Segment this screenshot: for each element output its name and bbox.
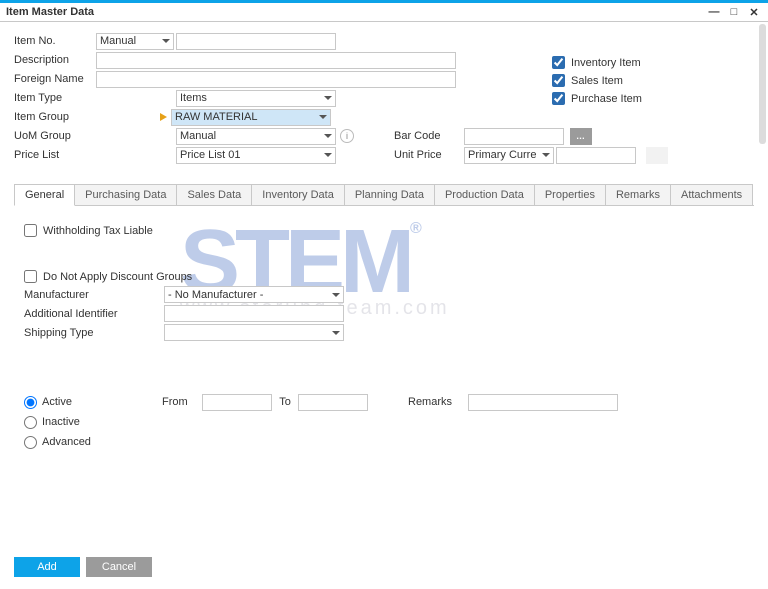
status-inactive-radio[interactable]	[24, 416, 37, 429]
unit-price-currency-combo[interactable]: Primary Curre	[464, 147, 554, 164]
status-advanced-radio[interactable]	[24, 436, 37, 449]
tab-properties[interactable]: Properties	[534, 184, 606, 205]
shipping-type-label: Shipping Type	[24, 327, 164, 339]
add-button[interactable]: Add	[14, 557, 80, 577]
additional-id-input[interactable]	[164, 305, 344, 322]
status-active-radio[interactable]	[24, 396, 37, 409]
tab-general[interactable]: General	[14, 184, 75, 206]
maximize-icon[interactable]: □	[726, 5, 742, 19]
remarks-input[interactable]	[468, 394, 618, 411]
purchase-item-check[interactable]: Purchase Item	[552, 90, 642, 107]
uom-group-combo[interactable]: Manual	[176, 128, 336, 145]
tab-inventory[interactable]: Inventory Data	[251, 184, 345, 205]
minimize-icon[interactable]: —	[706, 5, 722, 19]
foreign-name-input[interactable]	[96, 71, 456, 88]
manufacturer-combo[interactable]: - No Manufacturer -	[164, 286, 344, 303]
from-label: From	[162, 396, 202, 408]
item-group-label: Item Group	[14, 111, 96, 123]
link-arrow-icon[interactable]	[160, 113, 167, 121]
tab-planning[interactable]: Planning Data	[344, 184, 435, 205]
barcode-label: Bar Code	[394, 130, 464, 142]
item-type-combo[interactable]: Items	[176, 90, 336, 107]
to-label: To	[272, 396, 298, 408]
window-title: Item Master Data	[6, 6, 94, 18]
inventory-item-check[interactable]: Inventory Item	[552, 54, 642, 71]
status-active-label: Active	[42, 396, 162, 408]
checkbox-icon[interactable]	[552, 92, 565, 105]
tabbar: General Purchasing Data Sales Data Inven…	[14, 184, 754, 206]
description-label: Description	[14, 54, 96, 66]
cancel-button[interactable]: Cancel	[86, 557, 152, 577]
remarks-label: Remarks	[408, 396, 468, 408]
item-no-input[interactable]	[176, 33, 336, 50]
uom-group-label: UoM Group	[14, 130, 96, 142]
checkbox-icon[interactable]	[24, 270, 37, 283]
item-no-mode-combo[interactable]: Manual	[96, 33, 174, 50]
item-no-label: Item No.	[14, 35, 96, 47]
barcode-browse-button[interactable]: …	[570, 128, 592, 145]
manufacturer-label: Manufacturer	[24, 289, 164, 301]
description-input[interactable]	[96, 52, 456, 69]
checkbox-icon[interactable]	[552, 74, 565, 87]
tab-remarks[interactable]: Remarks	[605, 184, 671, 205]
unit-price-input[interactable]	[556, 147, 636, 164]
tab-production[interactable]: Production Data	[434, 184, 535, 205]
withholding-tax-check[interactable]: Withholding Tax Liable	[24, 222, 744, 239]
status-advanced-label: Advanced	[42, 436, 91, 448]
tab-sales[interactable]: Sales Data	[176, 184, 252, 205]
info-icon[interactable]: i	[340, 129, 354, 143]
item-group-combo[interactable]: RAW MATERIAL	[171, 109, 331, 126]
from-input[interactable]	[202, 394, 272, 411]
shipping-type-combo[interactable]	[164, 324, 344, 341]
no-discount-check[interactable]: Do Not Apply Discount Groups	[24, 268, 744, 285]
status-inactive-label: Inactive	[42, 416, 80, 428]
item-type-label: Item Type	[14, 92, 96, 104]
to-input[interactable]	[298, 394, 368, 411]
foreign-name-label: Foreign Name	[14, 73, 96, 85]
checkbox-icon[interactable]	[24, 224, 37, 237]
close-icon[interactable]: ✕	[746, 5, 762, 19]
barcode-input[interactable]	[464, 128, 564, 145]
tab-purchasing[interactable]: Purchasing Data	[74, 184, 177, 205]
price-list-label: Price List	[14, 149, 96, 161]
checkbox-icon[interactable]	[552, 56, 565, 69]
price-extra-box	[646, 147, 668, 164]
tab-attachments[interactable]: Attachments	[670, 184, 753, 205]
price-list-combo[interactable]: Price List 01	[176, 147, 336, 164]
sales-item-check[interactable]: Sales Item	[552, 72, 642, 89]
additional-id-label: Additional Identifier	[24, 308, 164, 320]
unit-price-label: Unit Price	[394, 149, 464, 161]
